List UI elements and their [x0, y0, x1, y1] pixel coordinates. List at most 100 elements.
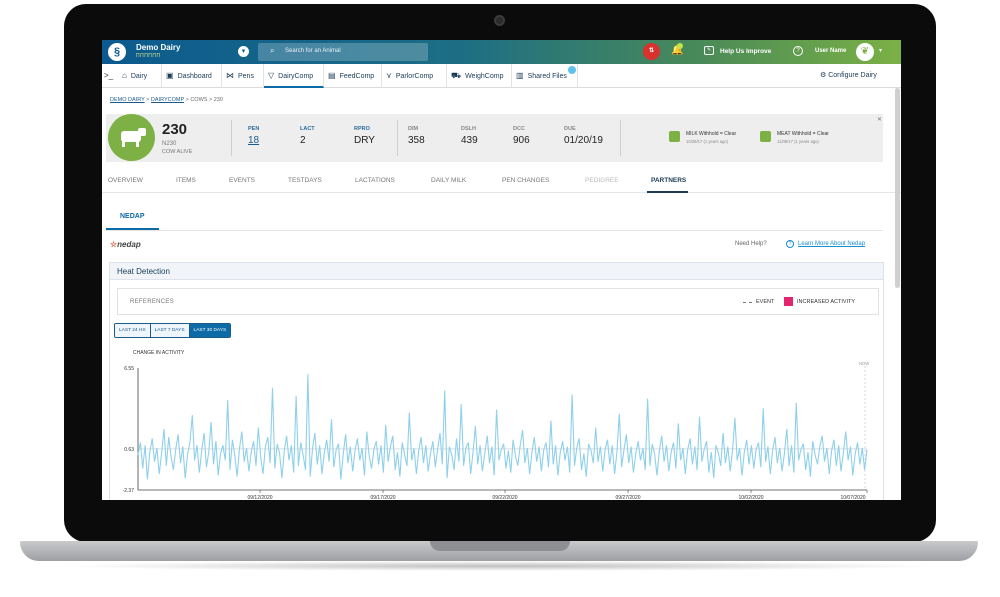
stat-value: 358 [408, 135, 425, 146]
y-tick-label: 6.55 [124, 366, 134, 372]
pen-link[interactable]: 18 [248, 135, 259, 146]
nav-item-dashboard[interactable]: ▣ Dashboard [162, 64, 222, 88]
gear-icon: ⚙ [820, 72, 829, 79]
tab-overview[interactable]: OVERVIEW [108, 177, 143, 184]
event-legend-line [743, 302, 752, 303]
breadcrumb-demo-dairy[interactable]: DEMO DAIRY [110, 97, 145, 103]
heat-detection-panel: Heat Detection REFERENCES EVENT INCREASE… [109, 262, 884, 500]
tab-lactations[interactable]: LACTATIONS [355, 177, 395, 184]
breadcrumb-current: 230 [213, 97, 223, 103]
avatar[interactable]: ❦ [856, 43, 874, 61]
nav-item-weighcomp[interactable]: ⛟ WeighComp [447, 64, 512, 88]
camera-icon [494, 15, 505, 26]
stat-label: LACT [300, 126, 315, 132]
learn-more-link[interactable]: Learn More About Nedap [798, 241, 865, 247]
app-screen: § Demo Dairy ПППППП ▾ ⌕ Search for an An… [102, 40, 901, 500]
sync-icon[interactable]: ⇅ [643, 43, 660, 60]
stat-lact: LACT 2 [300, 126, 315, 146]
activity-series-line [137, 374, 868, 480]
stat-rpro: RPRO DRY [354, 126, 375, 146]
dairycomp-icon: ▽ [268, 71, 275, 80]
animal-id: 230 [162, 121, 188, 138]
chevron-down-icon[interactable]: ▾ [238, 46, 249, 57]
divider [106, 230, 883, 231]
tab-nedap[interactable]: NEDAP [120, 213, 145, 220]
question-icon: ? [786, 240, 794, 248]
range-selector: LAST 24 HS LAST 7 DAYS LAST 30 DAYS [114, 323, 232, 338]
nav-item-feedcomp[interactable]: ▤ FeedComp [324, 64, 382, 88]
tab-items[interactable]: ITEMS [176, 177, 196, 184]
stat-value: 439 [461, 135, 478, 146]
nav-item-pens[interactable]: ⋈ Pens [222, 64, 264, 88]
files-icon: ▥ [516, 71, 524, 80]
nav-item-label: FeedComp [339, 73, 375, 80]
nav-item-label: Shared Files [527, 73, 567, 80]
breadcrumb-separator: > [208, 97, 213, 103]
app-logo-icon[interactable]: § [108, 43, 126, 61]
y-tick-label: 0.63 [124, 447, 134, 453]
scrollbar[interactable] [895, 88, 900, 288]
stat-label: DSLH [461, 126, 476, 132]
range-30d-button[interactable]: LAST 30 DAYS [189, 324, 231, 337]
tab-pen-changes[interactable]: PEN CHANGES [502, 177, 549, 184]
nav-item-label: WeighComp [465, 73, 504, 80]
tab-pedigree: PEDIGREE [585, 177, 619, 184]
animal-tag: N230 [162, 141, 177, 147]
x-tick-date: 10/07/2020 [840, 495, 865, 500]
stat-label: DUE [564, 126, 576, 132]
references-label[interactable]: REFERENCES [130, 299, 174, 305]
x-tick-date: 10/02/2020 [738, 495, 763, 500]
divider [620, 120, 621, 156]
dairy-subtitle: ПППППП [136, 53, 161, 59]
divider [231, 120, 232, 156]
divider [397, 120, 398, 156]
x-tick-date: 09/27/2020 [615, 495, 640, 500]
question-icon[interactable]: ? [793, 46, 803, 56]
tab-daily-milk[interactable]: DAILY MILK [431, 177, 466, 184]
stat-value: 01/20/19 [564, 135, 603, 146]
nedap-logo-text: nedap [117, 240, 141, 249]
help-us-improve-link[interactable]: Help Us Improve [720, 48, 771, 55]
animal-tabs: OVERVIEW ITEMS EVENTS TESTDAYS LACTATION… [102, 173, 901, 193]
home-icon: ⌂ [122, 71, 127, 80]
collapse-icon[interactable]: >_ [104, 71, 113, 80]
activity-chart: 6.550.63-2.37NOW09/12/2020(1066 DSF)09/1… [123, 361, 870, 500]
nav-item-dairycomp[interactable]: ▽ DairyComp [264, 64, 324, 88]
references-bar: REFERENCES EVENT INCREASED ACTIVITY [117, 288, 879, 315]
search-placeholder: Search for an Animal [285, 48, 341, 54]
x-tick-date: 09/17/2020 [370, 495, 395, 500]
dairy-name[interactable]: Demo Dairy [136, 43, 180, 52]
configure-dairy-button[interactable]: ⚙ Configure Dairy [820, 64, 877, 88]
milk-icon [669, 131, 680, 142]
nav-item-dairy[interactable]: ⌂ Dairy [118, 64, 162, 88]
stat-dim: DIM 358 [408, 126, 425, 146]
feedback-icon[interactable]: ✎ [704, 46, 714, 55]
range-24h-button[interactable]: LAST 24 HS [115, 324, 151, 337]
breadcrumb-dairycomp[interactable]: DAIRYCOMP [151, 97, 184, 103]
nav-item-parlorcomp[interactable]: ⋎ ParlorComp [382, 64, 447, 88]
search-input[interactable]: ⌕ Search for an Animal [258, 43, 428, 61]
need-help-label: Need Help? [735, 241, 767, 247]
legend-increased-activity: INCREASED ACTIVITY [797, 299, 856, 305]
chevron-down-icon[interactable]: ▾ [879, 47, 882, 54]
breadcrumb-separator: > [146, 97, 150, 103]
laptop-frame: § Demo Dairy ПППППП ▾ ⌕ Search for an An… [0, 0, 1000, 597]
truck-icon: ⛟ [451, 71, 462, 80]
x-tick-date: 09/12/2020 [247, 495, 272, 500]
range-7d-button[interactable]: LAST 7 DAYS [150, 324, 190, 337]
milk-withhold-title: MILK Withhold = Clear [686, 131, 737, 137]
user-name[interactable]: User Name [815, 48, 846, 54]
nav-item-label: Pens [238, 73, 254, 80]
tab-testdays[interactable]: TESTDAYS [288, 177, 322, 184]
nav-item-label: Dairy [130, 73, 148, 80]
meat-withhold-title: MEAT Withhold = Clear [777, 131, 829, 137]
panel-header: Heat Detection [110, 263, 883, 280]
milk-withhold-sub: 10/25/17 (1 years ago) [686, 139, 729, 144]
panel-title: Heat Detection [117, 267, 170, 276]
notification-dot [677, 43, 683, 49]
close-icon[interactable]: ✕ [877, 116, 882, 123]
nav-item-label: Dashboard [177, 73, 212, 80]
tab-partners[interactable]: PARTNERS [651, 177, 686, 184]
tab-events[interactable]: EVENTS [229, 177, 255, 184]
stat-label: PEN [248, 126, 260, 132]
